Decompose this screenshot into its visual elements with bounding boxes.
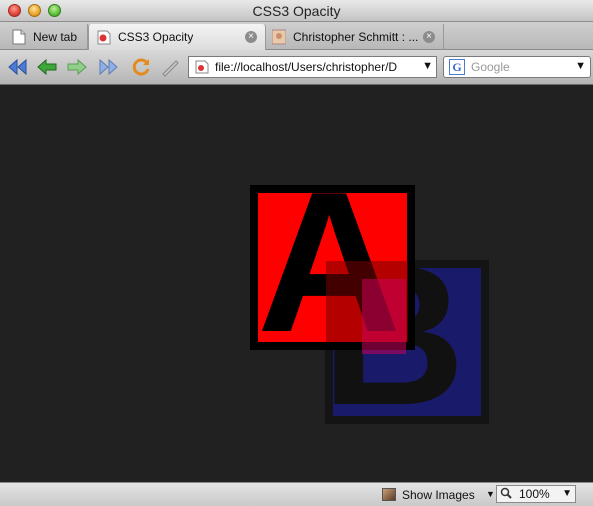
page-content: B A [0, 85, 593, 482]
back-arrow-icon[interactable] [36, 57, 58, 77]
tab-label: New tab [33, 30, 78, 44]
close-tab-icon[interactable]: × [423, 31, 435, 43]
tab-label: Christopher Schmitt : ... [293, 30, 419, 44]
navigation-toolbar: file://localhost/Users/christopher/D ▼ G… [0, 50, 593, 85]
google-icon[interactable]: G [449, 59, 465, 75]
chevron-down-icon[interactable]: ▼ [486, 489, 495, 499]
edit-pencil-icon[interactable] [160, 57, 182, 77]
status-bar: Show Images ▼ 100% ▼ [0, 482, 593, 506]
image-icon[interactable] [382, 488, 396, 501]
title-bar: CSS3 Opacity [0, 0, 593, 22]
search-dropdown-icon[interactable]: ▼ [575, 60, 586, 72]
document-icon [97, 30, 111, 45]
chevron-down-icon[interactable]: ▼ [562, 488, 572, 499]
url-text[interactable]: file://localhost/Users/christopher/D [215, 60, 420, 74]
tab-new-tab[interactable]: New tab [0, 24, 88, 50]
url-dropdown-icon[interactable]: ▼ [422, 60, 433, 72]
rewind-icon[interactable] [6, 57, 28, 77]
tab-bar: New tab CSS3 Opacity × Christopher Schmi… [0, 22, 593, 64]
show-images-button[interactable]: Show Images [402, 488, 475, 502]
magnifier-icon [500, 487, 512, 499]
tab-label: CSS3 Opacity [118, 30, 194, 44]
zoom-select[interactable]: 100% ▼ [496, 485, 576, 503]
avatar-icon [272, 29, 286, 45]
search-input[interactable]: G Google ▼ [443, 56, 591, 78]
window-title: CSS3 Opacity [252, 3, 341, 19]
tab-christopher-schmitt[interactable]: Christopher Schmitt : ... × [266, 24, 444, 50]
fast-forward-icon[interactable] [98, 57, 120, 77]
zoom-value: 100% [519, 487, 550, 501]
address-bar[interactable]: file://localhost/Users/christopher/D ▼ [188, 56, 437, 78]
search-placeholder: Google [471, 60, 510, 74]
page-icon [12, 29, 26, 45]
tab-css3-opacity[interactable]: CSS3 Opacity × [88, 24, 266, 50]
forward-arrow-icon[interactable] [66, 57, 88, 77]
document-icon [195, 60, 209, 74]
overlap-letter-b [362, 279, 406, 354]
reload-icon[interactable] [130, 57, 152, 77]
close-tab-icon[interactable]: × [245, 31, 257, 43]
